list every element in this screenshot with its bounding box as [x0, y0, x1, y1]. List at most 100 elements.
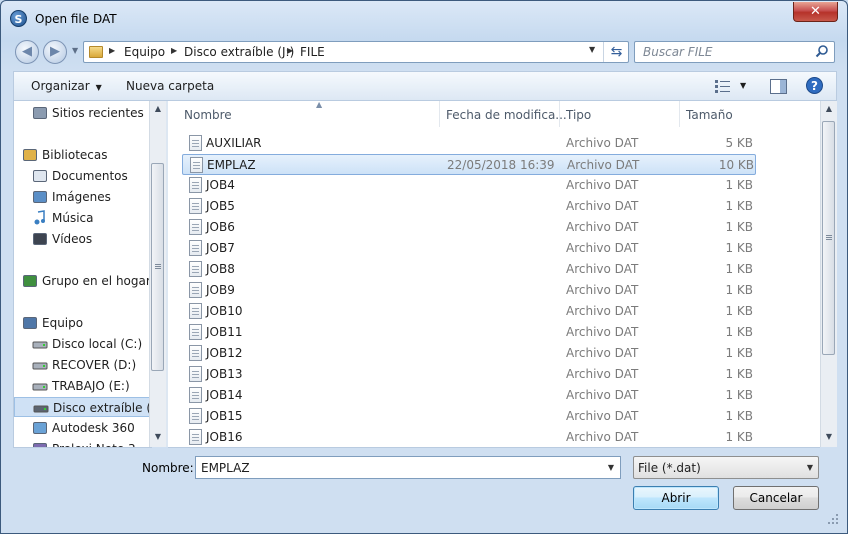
file-type-value: File (*.dat): [638, 461, 701, 475]
column-header-name[interactable]: Nombre ▲: [178, 101, 440, 127]
file-row[interactable]: JOB14 Archivo DAT 1 KB: [182, 385, 756, 406]
scroll-down-arrow[interactable]: ▼: [821, 432, 837, 441]
documents-icon: [32, 168, 48, 184]
refresh-button[interactable]: ⇆: [603, 42, 629, 62]
sidebar-item[interactable]: TRABAJO (E:): [14, 376, 152, 396]
search-input[interactable]: Buscar FILE: [643, 45, 713, 59]
resize-grip-icon[interactable]: [827, 513, 839, 525]
scrollbar-thumb[interactable]: [151, 163, 164, 371]
organize-menu[interactable]: Organizar ▼: [31, 79, 102, 93]
sidebar-item-label: Música: [52, 211, 94, 225]
scroll-up-arrow[interactable]: ▲: [821, 104, 837, 113]
forward-button[interactable]: ▶: [43, 40, 67, 64]
file-type: Archivo DAT: [567, 158, 640, 172]
scroll-up-arrow[interactable]: ▲: [150, 104, 166, 113]
close-button[interactable]: ✕: [793, 2, 838, 22]
view-options-icon[interactable]: [715, 80, 731, 93]
chevron-right-icon[interactable]: ▶: [171, 46, 177, 55]
scrollbar-thumb[interactable]: [822, 121, 835, 355]
chevron-right-icon[interactable]: ▶: [287, 46, 293, 55]
column-header-size[interactable]: Tamaño: [680, 101, 760, 127]
open-button[interactable]: Abrir: [633, 486, 719, 510]
column-size-label: Tamaño: [686, 108, 733, 122]
file-row[interactable]: JOB10 Archivo DAT 1 KB: [182, 301, 756, 322]
file-row[interactable]: EMPLAZ 22/05/2018 16:39 Archivo DAT 10 KB: [182, 154, 756, 175]
file-row[interactable]: JOB8 Archivo DAT 1 KB: [182, 259, 756, 280]
sidebar-item-label: RECOVER (D:): [52, 358, 137, 372]
file-name: JOB14: [206, 388, 243, 402]
sidebar-item-label: Vídeos: [52, 232, 93, 246]
preview-pane-icon[interactable]: [770, 79, 787, 94]
file-name: AUXILIAR: [206, 136, 262, 150]
sidebar-item-label: Sitios recientes: [52, 106, 144, 120]
sidebar-item[interactable]: Disco local (C:): [14, 334, 152, 354]
file-size: 1 KB: [725, 178, 753, 192]
sidebar-item[interactable]: Equipo: [14, 313, 152, 333]
drive-icon: [32, 336, 48, 352]
file-list: Nombre ▲ Fecha de modifica... Tipo Tamañ…: [168, 101, 820, 448]
scroll-down-arrow[interactable]: ▼: [150, 432, 166, 441]
file-row[interactable]: JOB12 Archivo DAT 1 KB: [182, 343, 756, 364]
new-folder-button[interactable]: Nueva carpeta: [126, 79, 214, 93]
file-type: Archivo DAT: [566, 199, 639, 213]
recent-locations-dropdown[interactable]: ▼: [72, 46, 78, 55]
command-toolbar: Organizar ▼ Nueva carpeta ▼ ?: [13, 71, 837, 101]
file-list-scrollbar[interactable]: ▲ ▼: [820, 101, 837, 447]
sidebar-item[interactable]: Bibliotecas: [14, 145, 152, 165]
file-row[interactable]: JOB7 Archivo DAT 1 KB: [182, 238, 756, 259]
file-date: 22/05/2018 16:39: [447, 158, 555, 172]
file-size: 1 KB: [725, 220, 753, 234]
file-row[interactable]: JOB5 Archivo DAT 1 KB: [182, 196, 756, 217]
scrollbar-grip: [826, 235, 832, 236]
column-header-type[interactable]: Tipo: [560, 101, 680, 127]
file-row[interactable]: JOB15 Archivo DAT 1 KB: [182, 406, 756, 427]
sidebar-item[interactable]: Música: [14, 208, 152, 228]
search-box[interactable]: Buscar FILE: [634, 41, 835, 63]
libraries-icon: [22, 147, 38, 163]
sidebar-item[interactable]: Autodesk 360: [14, 418, 152, 438]
sidebar-item-label: Equipo: [42, 316, 84, 330]
sidebar-item[interactable]: Grupo en el hogar: [14, 271, 152, 291]
address-dropdown-icon[interactable]: ▼: [589, 45, 595, 54]
file-name-field[interactable]: EMPLAZ ▼: [195, 456, 621, 479]
breadcrumb-file[interactable]: FILE: [300, 45, 325, 59]
file-row[interactable]: JOB9 Archivo DAT 1 KB: [182, 280, 756, 301]
cancel-button[interactable]: Cancelar: [733, 486, 819, 510]
file-name: JOB9: [206, 283, 235, 297]
sidebar-item-label: Imágenes: [52, 190, 111, 204]
sidebar-item[interactable]: Documentos: [14, 166, 152, 186]
chevron-right-icon[interactable]: ▶: [109, 46, 115, 55]
file-row[interactable]: JOB16 Archivo DAT 1 KB: [182, 427, 756, 447]
file-type: Archivo DAT: [566, 325, 639, 339]
address-bar[interactable]: ▶ Equipo ▶ Disco extraíble (J:) ▶ FILE ▼…: [83, 41, 629, 63]
file-row[interactable]: AUXILIAR Archivo DAT 5 KB: [182, 133, 756, 154]
file-row[interactable]: JOB13 Archivo DAT 1 KB: [182, 364, 756, 385]
file-size: 1 KB: [725, 325, 753, 339]
file-name-value[interactable]: EMPLAZ: [201, 461, 250, 475]
chevron-down-icon[interactable]: ▼: [807, 463, 813, 472]
file-size: 1 KB: [725, 346, 753, 360]
file-row[interactable]: JOB11 Archivo DAT 1 KB: [182, 322, 756, 343]
chevron-down-icon[interactable]: ▼: [608, 463, 614, 472]
sidebar-item[interactable]: Imágenes: [14, 187, 152, 207]
view-dropdown-icon[interactable]: ▼: [740, 81, 746, 90]
back-button[interactable]: ◀: [15, 40, 39, 64]
breadcrumb-equipo[interactable]: Equipo: [124, 45, 165, 59]
file-type-select[interactable]: File (*.dat) ▼: [633, 456, 819, 479]
file-row[interactable]: JOB4 Archivo DAT 1 KB: [182, 175, 756, 196]
search-icon[interactable]: [815, 44, 829, 58]
sidebar-item[interactable]: Vídeos: [14, 229, 152, 249]
app-icon: [32, 441, 48, 447]
sidebar-item[interactable]: Disco extraíble (J:): [14, 397, 152, 417]
navigation-scrollbar[interactable]: ▲ ▼: [149, 101, 166, 447]
column-header-date[interactable]: Fecha de modifica...: [440, 101, 567, 127]
file-row[interactable]: JOB6 Archivo DAT 1 KB: [182, 217, 756, 238]
help-icon[interactable]: ?: [806, 77, 823, 94]
breadcrumb-removable-drive[interactable]: Disco extraíble (J:): [184, 45, 294, 59]
organize-label: Organizar: [31, 79, 90, 93]
file-icon: [189, 345, 202, 361]
sidebar-item[interactable]: RECOVER (D:): [14, 355, 152, 375]
sidebar-item[interactable]: Prolexi Note 3: [14, 439, 152, 447]
sidebar-item-label: Documentos: [52, 169, 128, 183]
sidebar-item[interactable]: Sitios recientes: [14, 103, 152, 123]
